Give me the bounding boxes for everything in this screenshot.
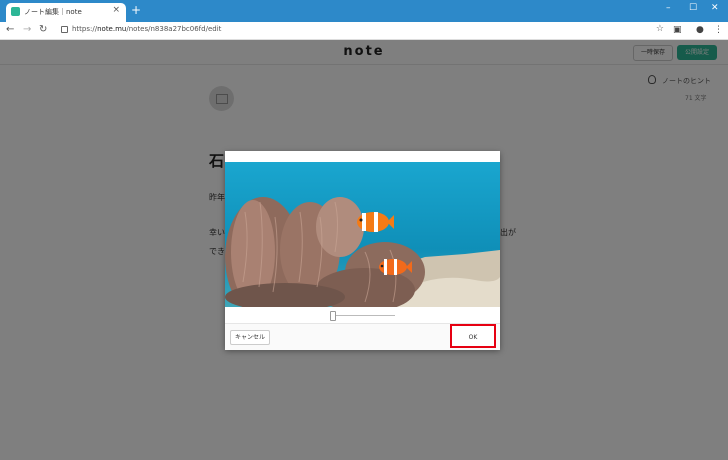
address-bar[interactable]: https://note.mu/notes/n838a27bc06fd/edit… [56,24,666,37]
browser-tab[interactable]: ノート編集｜note × [6,3,126,22]
close-window-button[interactable]: ✕ [711,3,719,13]
crop-image-area[interactable] [225,162,500,307]
profile-icon[interactable]: ● [696,25,704,35]
reload-icon[interactable]: ↻ [39,24,47,35]
zoom-slider-track[interactable] [332,315,395,316]
new-tab-button[interactable]: + [131,4,141,16]
clownfish-photo [225,162,500,307]
tab-close-icon[interactable]: × [112,5,120,15]
tab-title: ノート編集｜note [24,8,82,16]
extension-icon[interactable]: ▣ [673,25,682,35]
cancel-button[interactable]: キャンセル [230,330,270,345]
menu-icon[interactable]: ⋮ [714,25,723,35]
dialog-footer: キャンセル OK [225,323,500,350]
zoom-slider-thumb[interactable] [330,311,336,321]
note-favicon-icon [11,7,20,16]
browser-tab-strip: ノート編集｜note × + – ☐ ✕ [0,0,728,22]
back-icon[interactable]: ← [6,24,14,35]
minimize-button[interactable]: – [666,3,671,13]
ok-button[interactable]: OK [450,324,496,348]
zoom-slider[interactable] [225,307,500,323]
maximize-button[interactable]: ☐ [689,3,697,13]
forward-icon[interactable]: → [23,24,31,35]
lock-icon [61,26,68,33]
browser-toolbar: ← → ↻ https://note.mu/notes/n838a27bc06f… [0,22,728,40]
image-crop-dialog: キャンセル OK [225,151,500,350]
url-text: https://note.mu/notes/n838a27bc06fd/edit [72,25,222,33]
bookmark-star-icon[interactable]: ☆ [656,24,664,34]
